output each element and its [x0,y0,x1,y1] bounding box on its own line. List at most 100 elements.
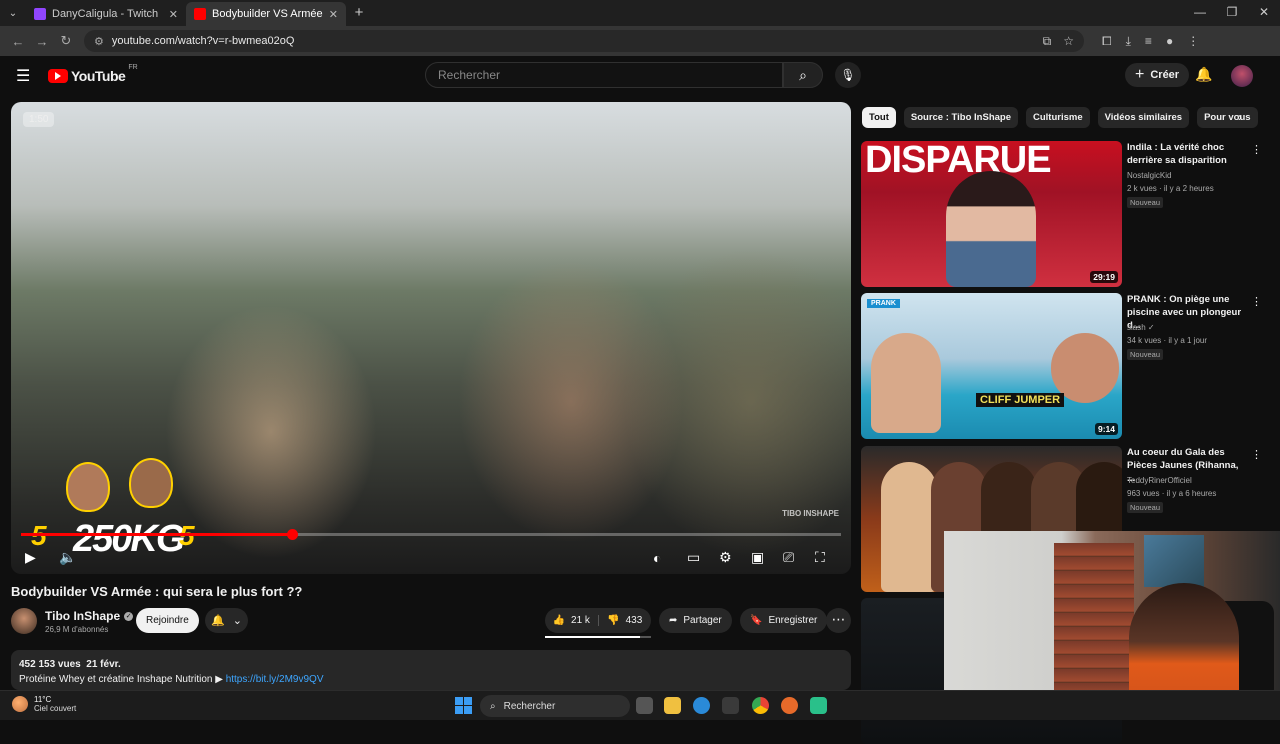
cast-icon[interactable]: ⎚ [783,549,794,566]
close-tab-icon[interactable]: ✕ [169,8,178,21]
description-box[interactable]: 452 153 vues 21 févr. Protéine Whey et c… [11,650,851,690]
settings-gear-icon[interactable]: ⚙ [719,549,732,566]
more-vert-icon[interactable]: ⋮ [1251,143,1262,156]
bell-icon: 🔔 [211,615,225,627]
duration-badge: 29:19 [1090,271,1118,283]
channel-name-row[interactable]: Tibo InShape ✓ [45,609,134,623]
create-label: Créer [1150,69,1180,81]
store-icon[interactable] [722,697,739,714]
new-badge: Nouveau [1127,502,1164,513]
address-bar[interactable]: ⚙ youtube.com/watch?v=r-bwmea02oQ ⧉ ☆ [84,30,1084,52]
window-controls: — ❐ ✕ [1184,0,1280,26]
more-actions-button[interactable]: ⋯ [826,608,851,633]
install-app-icon[interactable]: ⧉ [1043,34,1052,49]
media-icon[interactable]: ≡ [1145,34,1152,49]
taskbar-search-label: Rechercher [503,700,556,712]
description-link[interactable]: https://bit.ly/2M9v9QV [226,674,324,685]
close-window-icon[interactable]: ✕ [1248,0,1280,26]
video-thumbnail[interactable]: PRANK CLIFF JUMPER 9:14 [861,293,1122,439]
recommendation-item[interactable]: DISPARUE 29:19 Indila : La vérité choc d… [861,141,1271,287]
chip-similaires[interactable]: Vidéos similaires [1097,107,1190,128]
site-info-icon[interactable]: ⚙ [94,35,104,48]
edge-icon[interactable] [693,697,710,714]
weather-widget[interactable]: 11°C Ciel couvert [12,695,76,713]
save-label: Enregistrer [768,615,818,626]
channel-avatar[interactable] [11,608,37,634]
plus-icon: + [1135,66,1145,83]
voice-search-button[interactable]: 🎙 [835,62,861,88]
webcam-streamer [1129,583,1239,701]
url-text: youtube.com/watch?v=r-bwmea02oQ [111,35,295,47]
dislike-button[interactable]: 👎 433 [599,615,652,626]
subtitles-icon[interactable]: ▭ [687,549,700,566]
profile-icon[interactable]: ● [1166,34,1173,49]
save-button[interactable]: 🔖 Enregistrer [740,608,828,633]
menu-hamburger-icon[interactable]: ☰ [16,66,32,86]
thumbs-down-icon: 👎 [607,615,620,626]
youtube-logo[interactable]: YouTube FR [48,64,138,84]
tab-twitch[interactable]: DanyCaligula - Twitch ✕ [26,2,186,26]
chip-culturisme[interactable]: Culturisme [1026,107,1090,128]
create-button[interactable]: + Créer [1125,63,1190,87]
like-button[interactable]: 👍 21 k [545,615,599,626]
fullscreen-icon[interactable]: ⛶ [815,549,825,566]
progress-bar[interactable] [21,529,841,540]
notifications-bell-icon[interactable]: 🔔 [1195,66,1212,83]
progress-scrubber[interactable] [286,529,298,540]
chrome-icon[interactable] [752,697,769,714]
chip-tout[interactable]: Tout [862,107,896,128]
tab-search-icon[interactable]: ⌄ [0,0,26,26]
new-tab-button[interactable]: + [346,2,372,26]
streamer-face-left [66,462,110,512]
video-player[interactable]: 1:50 5 250KG 5 TIBO INSHAPE ▶ 🔈 ◐ ▭ ⚙ ▣ … [11,102,851,574]
more-vert-icon[interactable]: ⋮ [1251,448,1262,461]
file-explorer-icon[interactable] [664,697,681,714]
account-avatar[interactable] [1231,65,1253,87]
firefox-icon[interactable] [781,697,798,714]
windows-start-icon[interactable] [455,697,472,714]
thumbnail-person-left [871,333,941,433]
restore-icon[interactable]: ❐ [1216,0,1248,26]
browser-menu-icon[interactable]: ⋮ [1187,34,1199,49]
channel-name[interactable]: Tibo InShape [45,609,120,623]
like-ratio-fill [545,636,641,638]
volume-icon[interactable]: 🔈 [59,549,76,566]
publish-date: 21 févr. [86,659,121,670]
forward-arrow-icon[interactable]: → [30,34,54,49]
bookmark-star-icon[interactable]: ☆ [1063,34,1074,49]
back-arrow-icon[interactable]: ← [6,34,30,49]
minimize-icon[interactable]: — [1184,0,1216,26]
download-icon[interactable]: ⤓ [1126,34,1131,49]
autoplay-toggle-icon[interactable]: ◐ [653,550,661,566]
chevron-right-icon[interactable]: › [1238,110,1242,124]
chip-source[interactable]: Source : Tibo InShape [903,107,1018,128]
taskbar-search[interactable]: ⌕ Rechercher [480,695,630,717]
search-input[interactable]: Rechercher [425,62,783,88]
extensions-icon[interactable]: ⧠ [1102,34,1112,49]
thumbs-up-icon: 👍 [552,615,566,626]
app-icon[interactable] [810,697,827,714]
chip-pour-vous[interactable]: Pour vous [1197,107,1258,128]
reload-icon[interactable]: ↻ [54,33,78,49]
task-view-icon[interactable] [636,697,653,714]
recommendation-channel[interactable]: slash ✓ [1127,323,1155,332]
search-button[interactable]: ⌕ [783,62,823,88]
share-button[interactable]: ➦ Partager [659,608,732,633]
miniplayer-icon[interactable]: ▣ [751,549,764,566]
thumbnail-banner: CLIFF JUMPER [976,393,1065,407]
weather-temperature: 11°C [34,695,52,704]
recommendation-title[interactable]: Indila : La vérité choc derrière sa disp… [1127,141,1247,167]
windows-taskbar: 11°C Ciel couvert ⌕ Rechercher [0,690,1280,720]
tab-youtube[interactable]: Bodybuilder VS Armée : qui sera ✕ [186,2,346,26]
play-icon[interactable]: ▶ [25,549,36,566]
recommendation-channel[interactable]: NostalgicKid [1127,171,1171,180]
close-tab-icon[interactable]: ✕ [329,8,338,21]
recommendation-item[interactable]: PRANK CLIFF JUMPER 9:14 PRANK : On piège… [861,293,1271,439]
thumbnail-person [881,462,937,592]
recommendation-channel[interactable]: TeddyRinerOfficiel [1127,476,1192,485]
more-vert-icon[interactable]: ⋮ [1251,295,1262,308]
subscription-bell-button[interactable]: 🔔 ⌄ [205,608,248,633]
video-thumbnail[interactable]: DISPARUE 29:19 [861,141,1122,287]
join-button[interactable]: Rejoindre [136,608,199,633]
webcam-shelf [1054,543,1134,693]
